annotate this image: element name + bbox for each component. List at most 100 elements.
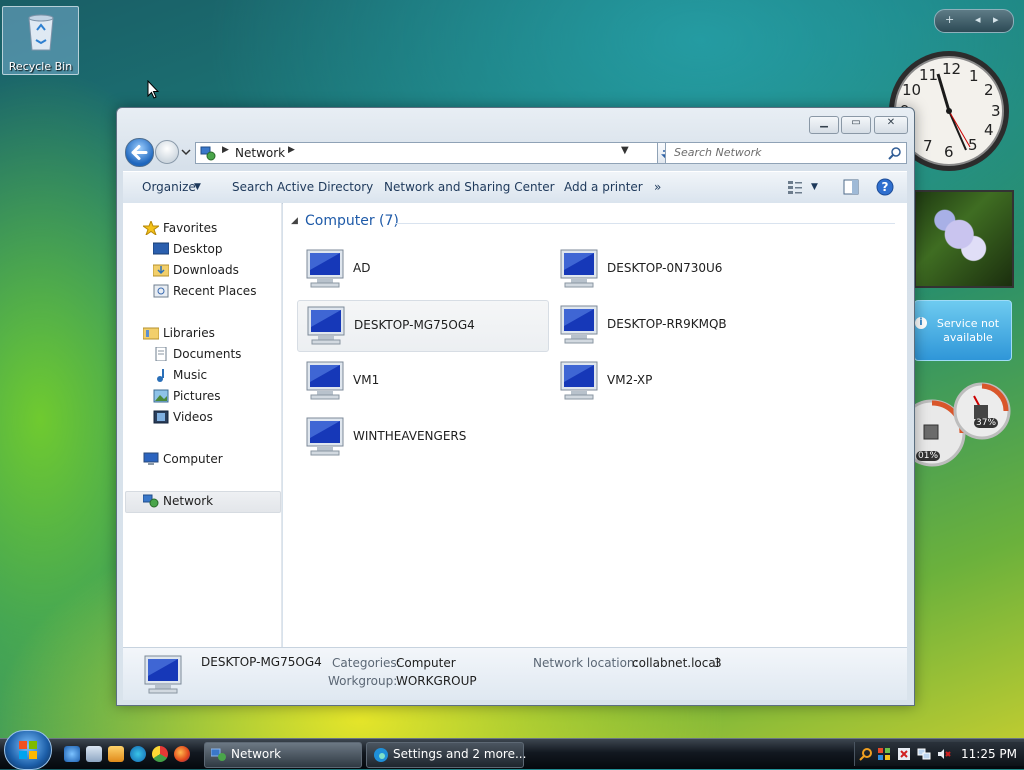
nav-item-label: Documents [173,347,242,361]
documents-icon [155,347,167,361]
details-workgroup-label: Workgroup: [328,674,398,688]
back-button[interactable] [125,138,154,167]
change-view-icon[interactable] [787,180,803,195]
organize-menu[interactable]: Organize [142,180,196,194]
address-dropdown-icon[interactable]: ▼ [621,145,629,156]
search-active-directory-button[interactable]: Search Active Directory [232,180,373,194]
nav-item-label: Music [173,368,208,382]
network-icon [200,146,216,161]
slideshow-gadget[interactable] [914,190,1014,288]
computer-tile-ad[interactable]: AD [297,244,547,294]
details-network-location-value: collabnet.local [632,656,720,670]
recent-places-icon [153,284,169,298]
computer-tile-vm2-xp[interactable]: VM2-XP [551,356,801,406]
organize-dropdown-icon[interactable]: ▼ [194,182,201,192]
cpu-percent: 01% [916,451,941,461]
windows-defender-icon[interactable] [877,747,891,761]
nav-item-label: Favorites [163,221,218,235]
close-icon: ✕ [886,117,896,128]
desktop-folder-icon [153,242,169,255]
recycle-bin-desktop-icon[interactable]: Recycle Bin [2,6,79,75]
nav-item-label: Network [163,494,214,508]
details-categories-value: Computer [396,656,456,670]
computer-tile-vm1[interactable]: VM1 [297,356,547,406]
search-box[interactable]: Search Network [665,142,907,164]
add-a-printer-button[interactable]: Add a printer [564,180,643,194]
music-note-icon [157,369,164,382]
address-bar[interactable]: ▶ Network ▶ ▼ [195,142,658,164]
computer-name: VM2-XP [607,373,653,387]
computer-tile-desktop-0n730u6[interactable]: DESKTOP-0N730U6 [551,244,801,294]
maximize-button[interactable]: ▭ [841,116,871,134]
search-icon[interactable] [888,146,902,160]
nav-item-label: Computer [163,452,223,466]
network-computer-icon [306,249,344,288]
recent-pages-chevron-icon[interactable] [181,148,191,156]
system-tray: 11:25 PM [854,742,1024,766]
computer-tile-wintheavengers[interactable]: WINTHEAVENGERS [297,412,547,462]
libraries-icon [143,327,159,340]
network-status-icon[interactable] [917,747,931,761]
memory-percent: 37% [974,418,999,428]
clock-numeral: 7 [923,137,933,155]
search-icon[interactable] [859,747,873,761]
breadcrumb-separator-icon[interactable]: ▶ [222,145,229,155]
more-commands-chevron-icon[interactable]: » [654,180,661,194]
media-player-icon[interactable] [108,746,124,762]
details-categories-label: Categories: [332,656,401,670]
computer-name: DESKTOP-MG75OG4 [354,318,475,332]
computer-icon [143,452,159,465]
security-alert-icon[interactable] [897,747,911,761]
cpu-meter-gadget[interactable]: 01% 37% [912,378,1012,468]
computer-tile-desktop-mg75og4[interactable]: DESKTOP-MG75OG4 [297,300,549,352]
network-computer-icon [560,361,598,400]
volume-muted-icon[interactable] [937,747,951,761]
explorer-window: ▁ ▭ ✕ ▶ Network ▶ ▼ Search Network Organ… [116,107,915,706]
weather-gadget[interactable]: i Service not available [914,300,1012,361]
breadcrumb-network[interactable]: Network [235,146,285,160]
taskbar-clock[interactable]: 11:25 PM [961,747,1017,761]
command-bar: Organize ▼ Search Active Directory Netwo… [123,171,907,204]
nav-item-label: Downloads [173,263,239,277]
group-header-computer[interactable]: Computer (7) [305,213,399,229]
computer-name: AD [353,261,371,275]
minimize-button[interactable]: ▁ [809,116,839,134]
breadcrumb-separator-icon[interactable]: ▶ [288,145,295,155]
internet-explorer-icon[interactable] [64,746,80,762]
preview-pane-icon[interactable] [843,179,859,195]
start-button[interactable] [4,730,52,770]
svg-text:?: ? [882,180,889,194]
network-icon [211,748,226,761]
taskbar-button-network[interactable]: Network [204,742,362,768]
help-icon[interactable]: ? [876,178,894,196]
network-computer-icon [306,417,344,456]
edge-browser-icon[interactable] [130,746,146,762]
network-icon [143,494,159,508]
gadget-prev-button[interactable]: ◂ [975,13,981,26]
show-desktop-icon[interactable] [86,746,102,762]
details-workgroup-value: WORKGROUP [396,674,477,688]
gadget-next-button[interactable]: ▸ [993,13,999,26]
nav-item-label: Pictures [173,389,221,403]
firefox-browser-icon[interactable] [174,746,190,762]
star-icon [143,221,159,235]
minimize-icon: ▁ [820,117,828,128]
computer-name: DESKTOP-RR9KMQB [607,317,727,331]
search-input[interactable]: Search Network [674,146,761,159]
forward-button[interactable] [155,140,179,164]
close-button[interactable]: ✕ [874,116,908,134]
pictures-icon [153,389,169,403]
clock-numeral: 2 [984,81,994,99]
videos-icon [153,410,169,424]
navigation-pane: Favorites Desktop Downloads Recent Place… [123,203,282,647]
view-dropdown-icon[interactable]: ▼ [811,182,818,192]
chrome-browser-icon[interactable] [152,746,168,762]
group-collapse-icon[interactable]: ◢ [291,216,298,226]
add-gadget-button[interactable]: + [945,13,954,26]
network-and-sharing-center-button[interactable]: Network and Sharing Center [384,180,555,194]
network-computer-icon [560,249,598,288]
taskbar-button-label: Settings and 2 more... [393,747,527,761]
taskbar-button-settings[interactable]: Settings and 2 more... [366,742,527,768]
computer-tile-desktop-rr9kmqb[interactable]: DESKTOP-RR9KMQB [551,300,801,350]
info-icon: i [915,317,927,329]
